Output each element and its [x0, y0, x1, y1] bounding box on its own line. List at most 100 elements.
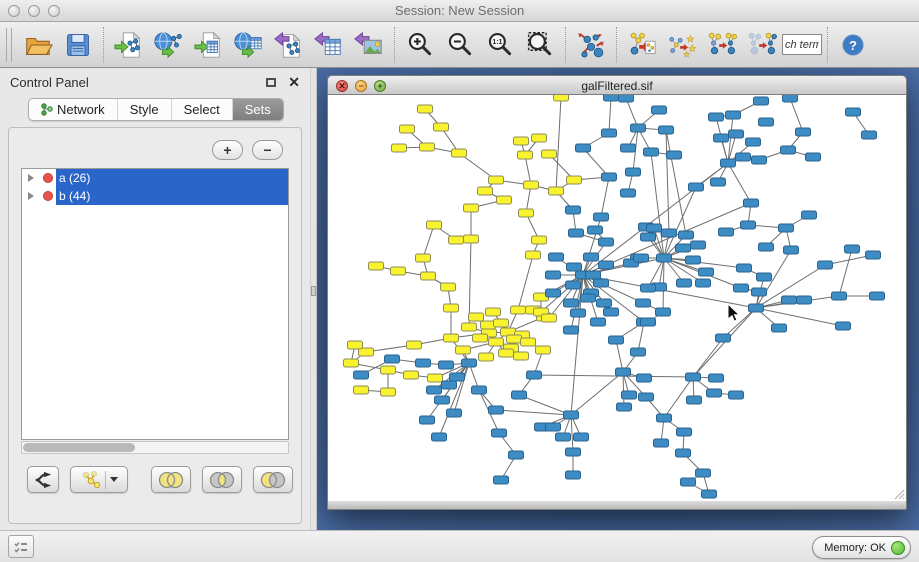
float-panel-icon[interactable]: [266, 78, 276, 87]
network-window-titlebar[interactable]: ✕ − + galFiltered.sif: [327, 75, 907, 95]
zoom-out-button[interactable]: [440, 25, 480, 65]
network-node-blue[interactable]: [647, 224, 662, 232]
network-node-blue[interactable]: [719, 228, 734, 236]
network-node-blue[interactable]: [772, 324, 787, 332]
network-node-blue[interactable]: [637, 374, 652, 382]
network-node-yellow[interactable]: [400, 125, 415, 133]
network-node-blue[interactable]: [644, 148, 659, 156]
network-node-yellow[interactable]: [434, 123, 449, 131]
set-row-b[interactable]: b (44): [22, 187, 288, 205]
import-network-web-button[interactable]: [149, 25, 189, 65]
network-node-blue[interactable]: [564, 326, 579, 334]
network-node-blue[interactable]: [599, 238, 614, 246]
network-node-blue[interactable]: [806, 153, 821, 161]
network-node-blue[interactable]: [709, 113, 724, 121]
network-node-blue[interactable]: [584, 253, 599, 261]
network-node-blue[interactable]: [492, 429, 507, 437]
network-node-yellow[interactable]: [567, 176, 582, 184]
network-node-blue[interactable]: [566, 281, 581, 289]
expander-icon[interactable]: [22, 174, 40, 182]
network-node-yellow[interactable]: [478, 187, 493, 195]
export-image-button[interactable]: [349, 25, 389, 65]
network-node-yellow[interactable]: [441, 283, 456, 291]
network-node-blue[interactable]: [657, 254, 672, 262]
network-node-blue[interactable]: [622, 391, 637, 399]
union-sets-button[interactable]: [151, 466, 191, 493]
network-node-yellow[interactable]: [542, 150, 557, 158]
network-node-blue[interactable]: [737, 264, 752, 272]
difference-sets-button[interactable]: [253, 466, 293, 493]
highlight-selected-button[interactable]: [662, 25, 702, 65]
network-node-yellow[interactable]: [404, 371, 419, 379]
network-node-yellow[interactable]: [469, 313, 484, 321]
help-button[interactable]: ?: [833, 25, 873, 65]
network-node-blue[interactable]: [676, 449, 691, 457]
network-node-blue[interactable]: [726, 111, 741, 119]
network-node-yellow[interactable]: [489, 338, 504, 346]
network-node-blue[interactable]: [450, 373, 465, 381]
network-node-blue[interactable]: [686, 256, 701, 264]
network-node-blue[interactable]: [741, 221, 756, 229]
network-node-yellow[interactable]: [464, 204, 479, 212]
apply-layout-button[interactable]: [571, 25, 611, 65]
network-node-blue[interactable]: [736, 153, 751, 161]
network-node-blue[interactable]: [626, 168, 641, 176]
network-node-blue[interactable]: [784, 246, 799, 254]
network-node-blue[interactable]: [699, 268, 714, 276]
network-node-yellow[interactable]: [452, 149, 467, 157]
network-node-yellow[interactable]: [354, 386, 369, 394]
network-node-blue[interactable]: [599, 261, 614, 269]
network-node-blue[interactable]: [619, 95, 634, 102]
network-node-blue[interactable]: [439, 361, 454, 369]
network-node-blue[interactable]: [616, 368, 631, 376]
network-node-blue[interactable]: [796, 128, 811, 136]
network-node-blue[interactable]: [652, 106, 667, 114]
network-node-blue[interactable]: [845, 245, 860, 253]
network-node-blue[interactable]: [447, 409, 462, 417]
network-node-blue[interactable]: [749, 304, 764, 312]
network-node-blue[interactable]: [721, 159, 736, 167]
network-node-blue[interactable]: [462, 359, 477, 367]
network-node-blue[interactable]: [574, 433, 589, 441]
network-node-yellow[interactable]: [532, 134, 547, 142]
network-node-blue[interactable]: [567, 263, 582, 271]
remove-set-button[interactable]: −: [252, 140, 283, 160]
network-node-blue[interactable]: [588, 226, 603, 234]
network-node-blue[interactable]: [687, 396, 702, 404]
network-node-blue[interactable]: [494, 476, 509, 484]
network-node-blue[interactable]: [489, 406, 504, 414]
network-node-yellow[interactable]: [369, 262, 384, 270]
network-node-yellow[interactable]: [407, 341, 422, 349]
network-node-blue[interactable]: [696, 469, 711, 477]
network-node-blue[interactable]: [641, 318, 656, 326]
panel-splitter[interactable]: [310, 68, 317, 530]
network-node-blue[interactable]: [702, 490, 717, 498]
import-table-file-button[interactable]: [189, 25, 229, 65]
network-node-blue[interactable]: [679, 231, 694, 239]
network-node-blue[interactable]: [591, 318, 606, 326]
select-first-neighbors-button[interactable]: [702, 25, 742, 65]
network-node-yellow[interactable]: [428, 374, 443, 382]
network-node-blue[interactable]: [677, 279, 692, 287]
network-node-blue[interactable]: [566, 206, 581, 214]
network-node-yellow[interactable]: [514, 352, 529, 360]
network-node-blue[interactable]: [656, 308, 671, 316]
network-node-blue[interactable]: [744, 199, 759, 207]
network-node-blue[interactable]: [783, 95, 798, 102]
network-node-blue[interactable]: [385, 355, 400, 363]
network-node-yellow[interactable]: [418, 105, 433, 113]
toolbar-grip[interactable]: [6, 28, 12, 62]
network-node-yellow[interactable]: [392, 144, 407, 152]
network-node-yellow[interactable]: [521, 338, 536, 346]
network-node-blue[interactable]: [714, 134, 729, 142]
search-input[interactable]: [782, 34, 822, 55]
network-node-blue[interactable]: [681, 478, 696, 486]
task-history-button[interactable]: [8, 535, 34, 558]
network-node-blue[interactable]: [354, 371, 369, 379]
network-node-blue[interactable]: [707, 389, 722, 397]
network-node-blue[interactable]: [757, 273, 772, 281]
network-node-blue[interactable]: [797, 296, 812, 304]
network-node-blue[interactable]: [602, 129, 617, 137]
network-node-blue[interactable]: [657, 414, 672, 422]
network-node-blue[interactable]: [729, 391, 744, 399]
